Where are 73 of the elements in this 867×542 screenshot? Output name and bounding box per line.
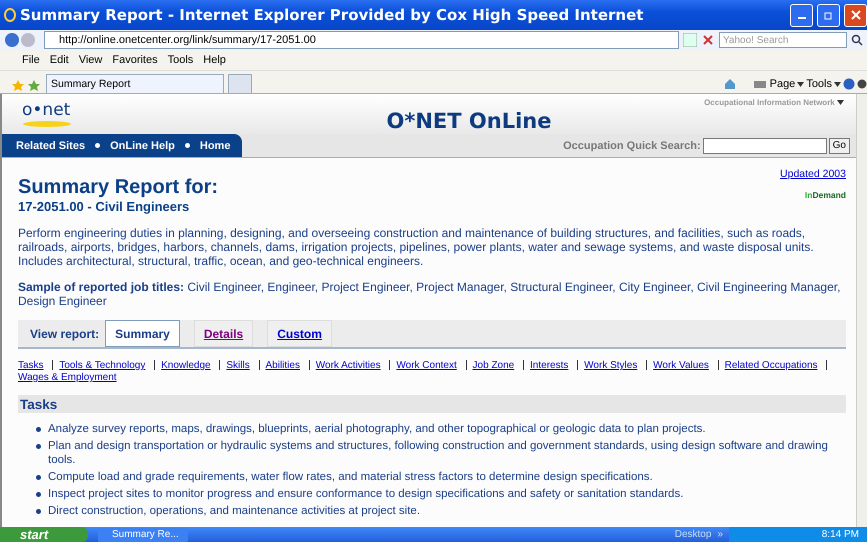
caret-icon [797, 82, 804, 86]
section-link[interactable]: Interests [530, 360, 568, 371]
search-icon[interactable] [851, 34, 863, 46]
report-tab[interactable]: Custom [267, 320, 332, 347]
quick-search-label: Occupation Quick Search: [563, 140, 701, 152]
stop-icon[interactable] [701, 33, 715, 47]
address-field[interactable]: http://online.onetcenter.org/link/summary/17-2051.00 [44, 31, 679, 49]
tools-menu[interactable]: Tools [806, 78, 841, 90]
nav-link[interactable]: Home [200, 140, 230, 152]
clock: 8:14 PM [822, 529, 859, 540]
browser-tab[interactable]: Summary Report [46, 74, 224, 93]
caret-icon [837, 100, 844, 105]
restore-button[interactable] [817, 4, 840, 26]
occupation-description: Perform engineering duties in planning, designing, and overseeing construction and maintenance of building structures, and facilities, such as roads, railroads, airports, bridges, harbors, channels, dams, irrigation projects, pipelines, power plants, water and sewage systems, and waste disposal units. Includes architectural, structural, traffic, ocean, and geo-technical engineers. [18, 226, 815, 268]
menu-item[interactable]: File [18, 54, 44, 66]
sample-job-titles: Sample of reported job titles: Civil Engineer, Engineer, Project Engineer, Project Manager, Structural Engineer, City Engineer, Civil Engineering Manager, Design Engineer [18, 280, 842, 308]
taskbar-button[interactable]: Summary Re... [98, 528, 188, 542]
page-menu[interactable]: Page [770, 78, 804, 90]
task-item: Direct construction, operations, and maintenance activities at project site. [48, 504, 420, 518]
report-tab[interactable]: Details [194, 320, 254, 347]
report-tab[interactable]: Summary [105, 320, 180, 347]
quick-search-field[interactable] [702, 138, 827, 154]
section-link[interactable]: Knowledge [161, 360, 211, 371]
bullet-icon [36, 427, 41, 432]
bullet-icon [36, 509, 41, 514]
bullet-icon [36, 475, 41, 480]
view-report-label: View report: [30, 326, 100, 340]
section-link[interactable]: Work Styles [584, 360, 638, 371]
bullet-icon [95, 143, 100, 148]
search-field[interactable]: Yahoo! Search [719, 32, 847, 48]
section-link[interactable]: Abilities [266, 360, 300, 371]
task-item: Compute load and grade requirements, water flow rates, and material stress factors to determine design specifications. [48, 470, 653, 484]
nav-link[interactable]: OnLine Help [110, 140, 175, 152]
updated-link[interactable]: Updated 2003 [780, 168, 846, 180]
window-title: Summary Report - Internet Explorer Provided by Cox High Speed Internet [20, 6, 644, 24]
task-item: Plan and design transportation or hydraulic systems and structures, following construction and government standards, using design software and drawing tools. [48, 439, 829, 467]
bullet-icon [36, 492, 41, 497]
task-item: Inspect project sites to monitor progress and ensure conformance to design specifications and safety or sanitation standards. [48, 487, 684, 501]
site-title: O*NET OnLine [386, 108, 552, 133]
menu-item[interactable]: Tools [164, 54, 198, 66]
section-link[interactable]: Job Zone [472, 360, 514, 371]
bullet-icon [36, 444, 41, 449]
go-button[interactable]: Go [828, 138, 850, 154]
section-link[interactable]: Wages & Employment [18, 372, 117, 383]
caret-icon [834, 82, 841, 86]
section-link[interactable]: Work Values [653, 360, 709, 371]
section-header: Tasks [18, 395, 846, 413]
site-logo[interactable]: o•net [22, 100, 92, 128]
section-link[interactable]: Tools & Technology [59, 360, 146, 371]
section-link[interactable]: Work Activities [316, 360, 381, 371]
bullet-icon [184, 143, 190, 148]
menu-item[interactable]: View [74, 54, 106, 66]
close-button[interactable] [844, 4, 867, 26]
browser-icon [4, 8, 16, 22]
nav-link[interactable]: Related Sites [16, 140, 86, 152]
restore-icon [824, 10, 834, 20]
menu-item[interactable]: Edit [46, 54, 73, 66]
section-link[interactable]: Skills [226, 360, 250, 371]
scrollbar[interactable] [856, 94, 867, 527]
section-link[interactable]: Tasks [18, 360, 44, 371]
minimize-button[interactable] [790, 4, 813, 26]
home-icon[interactable] [724, 78, 736, 90]
report-heading: Summary Report for: [18, 176, 218, 199]
menu-item[interactable]: Favorites [108, 54, 162, 66]
favorites-star-icon[interactable] [12, 79, 42, 93]
section-link[interactable]: Related Occupations [724, 360, 818, 371]
start-button[interactable]: start [0, 527, 88, 542]
indemand-logo[interactable]: InDemand [780, 190, 846, 200]
section-link[interactable]: Work Context [396, 360, 457, 371]
occupation-title: 17-2051.00 - Civil Engineers [18, 199, 190, 214]
close-icon [850, 10, 860, 20]
menu-item[interactable]: Help [199, 54, 230, 66]
task-item: Analyze survey reports, maps, drawings, blueprints, aerial photography, and other topographical or geologic data to plan projects. [48, 422, 706, 436]
